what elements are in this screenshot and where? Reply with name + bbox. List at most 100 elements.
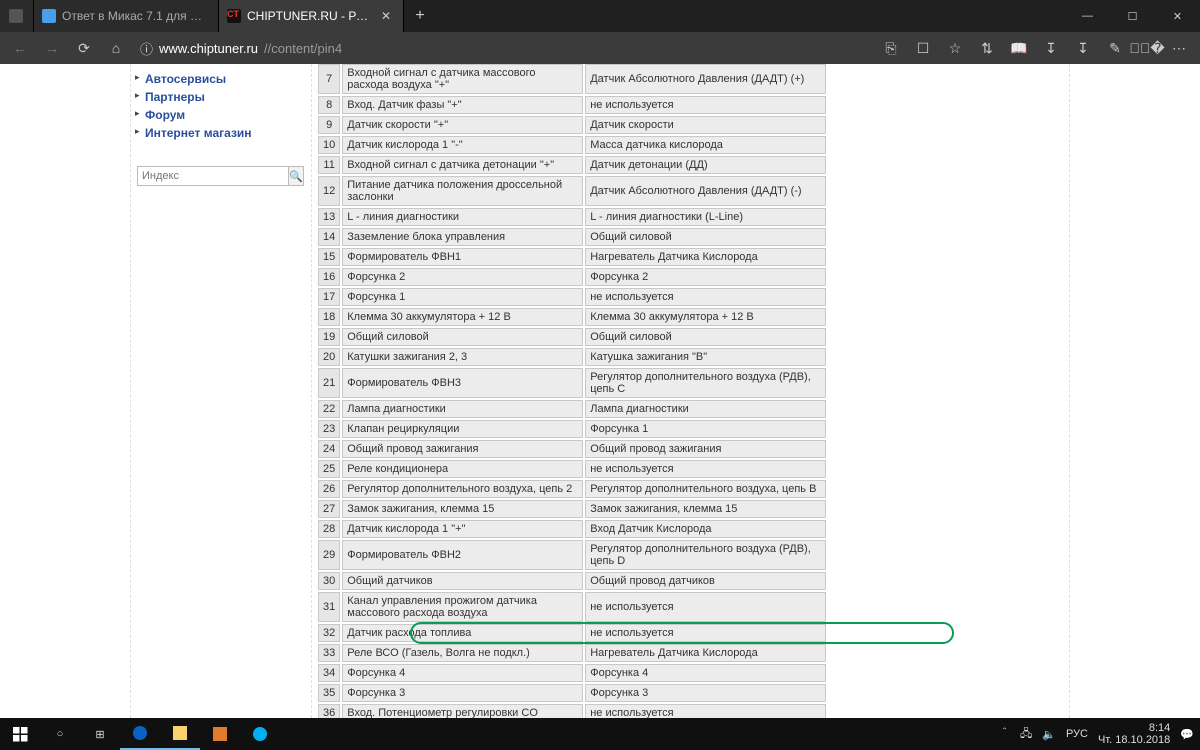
pin-number: 11	[318, 156, 340, 174]
table-row: 20Катушки зажигания 2, 3Катушка зажигани…	[318, 348, 826, 366]
pin-signal-b: не используется	[585, 460, 826, 478]
taskview-button[interactable]: ⊞	[80, 718, 120, 750]
table-row: 36Вход. Потенциометр регулировки COне ис…	[318, 704, 826, 718]
sidebar-item[interactable]: Форум	[137, 106, 303, 124]
media-app[interactable]	[200, 718, 240, 750]
tray-network-icon[interactable]: 🖧	[1020, 725, 1032, 744]
notifications-icon[interactable]: 💬	[1180, 728, 1194, 741]
url-box[interactable]: ⓘ www.chiptuner.ru//content/pin4	[134, 36, 872, 60]
pin-signal-b: Масса датчика кислорода	[585, 136, 826, 154]
pin-signal-a: Формирователь ФВН3	[342, 368, 583, 398]
share-icon[interactable]: �ி�	[1132, 34, 1162, 62]
clock-time: 8:14	[1098, 722, 1170, 734]
sidebar-list: Автосервисы Партнеры Форум Интернет магазин	[137, 70, 303, 142]
pin-signal-a: Форсунка 3	[342, 684, 583, 702]
pin-signal-a: Входной сигнал с датчика массового расхо…	[342, 64, 583, 94]
pin-signal-a: Клемма 30 аккумулятора + 12 В	[342, 308, 583, 326]
book-icon	[9, 9, 23, 23]
sort-icon[interactable]: ⇅	[972, 34, 1002, 62]
pin-signal-a: Форсунка 2	[342, 268, 583, 286]
table-row: 26Регулятор дополнительного воздуха, цеп…	[318, 480, 826, 498]
site-info-icon[interactable]: ⓘ	[140, 39, 153, 58]
clock-date: Чт. 18.10.2018	[1098, 734, 1170, 746]
reload-button[interactable]: ⟳	[70, 34, 98, 62]
clock[interactable]: 8:14 Чт. 18.10.2018	[1098, 722, 1170, 746]
close-button[interactable]: ✕	[1155, 0, 1200, 32]
search-input[interactable]	[137, 166, 289, 186]
maximize-button[interactable]: ☐	[1110, 0, 1155, 32]
more-icon[interactable]: ⋯	[1164, 34, 1194, 62]
table-row: 18Клемма 30 аккумулятора + 12 ВКлемма 30…	[318, 308, 826, 326]
pin-signal-b: Датчик Абсолютного Давления (ДАДТ) (+)	[585, 64, 826, 94]
tray-chevron-icon[interactable]: ＾	[999, 726, 1010, 742]
pin-signal-b: Регулятор дополнительного воздуха (РДВ),…	[585, 540, 826, 570]
pin-signal-a: Питание датчика положения дроссельной за…	[342, 176, 583, 206]
home-button[interactable]: ⌂	[102, 34, 130, 62]
pin-number: 33	[318, 644, 340, 662]
start-button[interactable]	[0, 718, 40, 750]
tab-0[interactable]	[0, 0, 34, 32]
download2-icon[interactable]: ↧	[1068, 34, 1098, 62]
sidebar-link[interactable]: Партнеры	[145, 90, 205, 104]
pin-signal-a: Датчик кислорода 1 "-"	[342, 136, 583, 154]
pin-number: 27	[318, 500, 340, 518]
forward-button[interactable]: →	[38, 34, 66, 62]
pin-number: 32	[318, 624, 340, 642]
tab-1[interactable]: Ответ в Микас 7.1 для 406	[34, 0, 219, 32]
pin-signal-b: Датчик скорости	[585, 116, 826, 134]
download-icon[interactable]: ↧	[1036, 34, 1066, 62]
system-tray: ＾ 🖧 🔈 РУС 8:14 Чт. 18.10.2018 💬	[999, 722, 1200, 746]
pin-signal-b: Замок зажигания, клемма 15	[585, 500, 826, 518]
table-row: 24Общий провод зажиганияОбщий провод заж…	[318, 440, 826, 458]
minimize-button[interactable]: —	[1065, 0, 1110, 32]
close-icon[interactable]: ✕	[379, 9, 393, 23]
search-button[interactable]: ○	[40, 718, 80, 750]
back-button[interactable]: ←	[6, 34, 34, 62]
sidebar-item[interactable]: Партнеры	[137, 88, 303, 106]
tab-2[interactable]: CT CHIPTUNER.RU - Распи ✕	[219, 0, 404, 32]
notes-icon[interactable]: ☐	[908, 34, 938, 62]
browser-titlebar: Ответ в Микас 7.1 для 406 CT CHIPTUNER.R…	[0, 0, 1200, 32]
pin-signal-b: Общий провод зажигания	[585, 440, 826, 458]
sidebar-item[interactable]: Автосервисы	[137, 70, 303, 88]
sidebar-item[interactable]: Интернет магазин	[137, 124, 303, 142]
url-path: //content/pin4	[264, 41, 342, 56]
pen-icon[interactable]: ✎	[1100, 34, 1130, 62]
sidebar-link[interactable]: Форум	[145, 108, 185, 122]
star-icon[interactable]: ☆	[940, 34, 970, 62]
sidebar-link[interactable]: Интернет магазин	[145, 126, 252, 140]
pin-signal-b: не используется	[585, 704, 826, 718]
library-icon[interactable]: 📖	[1004, 34, 1034, 62]
table-row: 31Канал управления прожигом датчика масс…	[318, 592, 826, 622]
pin-signal-a: Реле ВСО (Газель, Волга не подкл.)	[342, 644, 583, 662]
table-row: 25Реле кондиционеране используется	[318, 460, 826, 478]
pin-number: 19	[318, 328, 340, 346]
pin-signal-b: Катушка зажигания "B"	[585, 348, 826, 366]
page-viewport: Автосервисы Партнеры Форум Интернет магазин…	[0, 64, 1200, 718]
pin-number: 14	[318, 228, 340, 246]
tray-lang[interactable]: РУС	[1066, 728, 1088, 740]
sidebar-search: 🔍	[137, 166, 303, 186]
page-content: Автосервисы Партнеры Форум Интернет магазин…	[130, 64, 1070, 718]
pin-number: 28	[318, 520, 340, 538]
pin-signal-a: Датчик кислорода 1 "+"	[342, 520, 583, 538]
site-icon: CT	[227, 9, 241, 23]
taskbar: ○ ⊞ ＾ 🖧 🔈 РУС 8:14 Чт. 18.10.2018 💬	[0, 718, 1200, 750]
explorer-app[interactable]	[160, 718, 200, 750]
search-button[interactable]: 🔍	[289, 166, 304, 186]
tray-volume-icon[interactable]: 🔈	[1042, 728, 1056, 741]
new-tab-button[interactable]: +	[404, 0, 436, 32]
pin-signal-b: Регулятор дополнительного воздуха (РДВ),…	[585, 368, 826, 398]
pin-number: 18	[318, 308, 340, 326]
pin-signal-b: не используется	[585, 96, 826, 114]
table-row: 9Датчик скорости "+"Датчик скорости	[318, 116, 826, 134]
pin-number: 25	[318, 460, 340, 478]
sidebar-link[interactable]: Автосервисы	[145, 72, 226, 86]
pin-signal-b: Форсунка 1	[585, 420, 826, 438]
pin-signal-b: Нагреватель Датчика Кислорода	[585, 644, 826, 662]
skype-app[interactable]	[240, 718, 280, 750]
edge-app[interactable]	[120, 718, 160, 750]
pin-signal-b: Форсунка 4	[585, 664, 826, 682]
reading-icon[interactable]: ⎘	[876, 34, 906, 62]
table-row: 14Заземление блока управленияОбщий силов…	[318, 228, 826, 246]
